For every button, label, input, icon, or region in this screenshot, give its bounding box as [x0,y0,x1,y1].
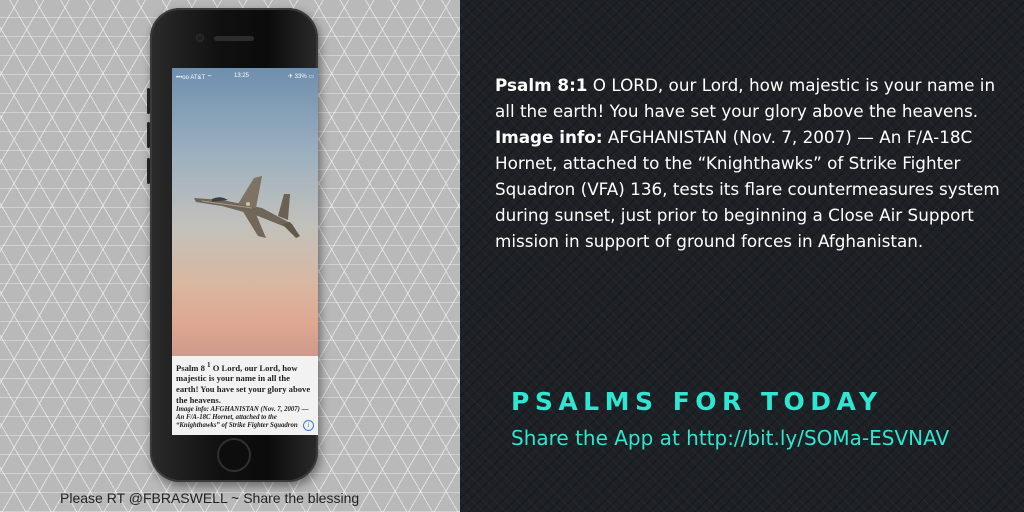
sunset-photo: •••oo AT&T ⌔ 13:25 ✈ 33% ▭ [172,68,318,356]
carrier-label: •••oo AT&T ⌔ [176,75,213,81]
phone-screen: •••oo AT&T ⌔ 13:25 ✈ 33% ▭ Psalm 8 1 O L… [172,68,318,435]
brand-title: PSALMS FOR TODAY [511,387,883,416]
psalm-label: Psalm 8:1 [495,75,588,95]
verse-text: Psalm 8 1 O Lord, our Lord, how majestic… [176,360,314,405]
right-panel: Psalm 8:1 O LORD, our Lord, how majestic… [460,0,1024,512]
retweet-caption: Please RT @FBRASWELL ~ Share the blessin… [60,490,360,506]
phone-mockup: •••oo AT&T ⌔ 13:25 ✈ 33% ▭ Psalm 8 1 O L… [147,8,318,482]
verse-card: Psalm 8 1 O Lord, our Lord, how majestic… [172,356,318,435]
front-camera-icon [196,34,204,42]
battery-label: ✈ 33% ▭ [287,74,314,80]
status-bar: •••oo AT&T ⌔ 13:25 ✈ 33% ▭ [172,68,318,84]
image-info-label: Image info: [495,127,603,147]
verse-reference: Psalm 8 [176,362,205,373]
fighter-jet-icon [194,176,300,238]
image-info-preview: Image info: AFGHANISTAN (Nov. 7, 2007) —… [176,406,309,430]
clock-label: 13:25 [234,73,250,79]
share-link[interactable]: Share the App at http://bit.ly/SOMa-ESVN… [511,426,949,450]
earpiece-speaker [214,36,254,41]
home-button-icon[interactable] [217,438,251,472]
psalm-description: Psalm 8:1 O LORD, our Lord, how majestic… [495,72,1000,254]
left-panel: •••oo AT&T ⌔ 13:25 ✈ 33% ▭ Psalm 8 1 O L… [0,0,460,512]
info-icon[interactable]: i [303,420,314,431]
verse-number: 1 [207,361,211,369]
